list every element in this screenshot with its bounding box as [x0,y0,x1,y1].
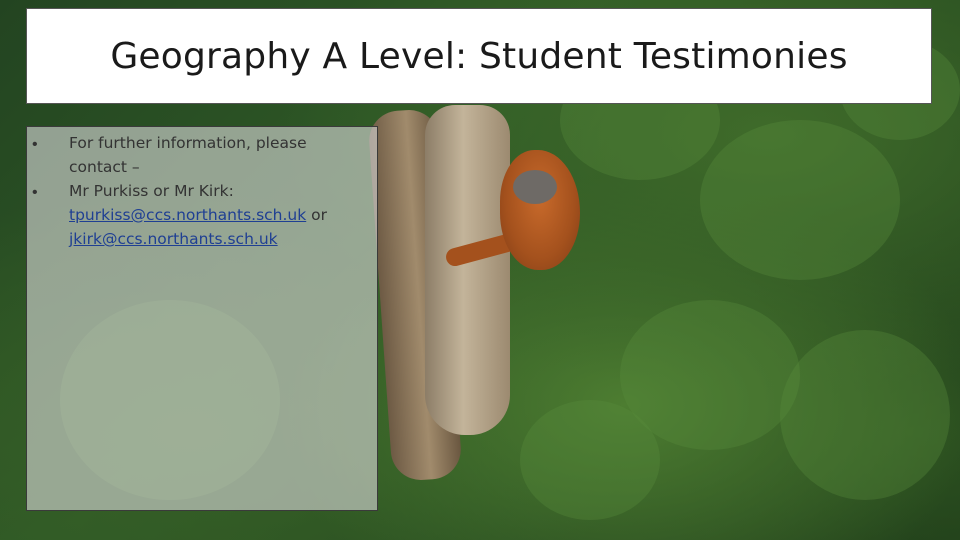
slide-title-box: Geography A Level: Student Testimonies [26,8,932,104]
contact-names: Mr Purkiss or Mr Kirk: [69,182,234,200]
orangutan-face [513,170,557,204]
or-separator: or [306,206,328,224]
info-line-1: For further information, please [69,134,307,152]
info-line-2: contact – [69,158,140,176]
content-box: • For further information, please contac… [26,126,378,511]
email-link-tpurkiss[interactable]: tpurkiss@ccs.northants.sch.uk [69,206,306,224]
slide-title: Geography A Level: Student Testimonies [110,35,848,77]
email-link-jkirk[interactable]: jkirk@ccs.northants.sch.uk [69,230,278,248]
bullet-marker: • [32,184,38,201]
email-line-2: jkirk@ccs.northants.sch.uk [69,230,278,248]
bullet-marker: • [32,136,38,153]
tree-trunk [425,105,510,435]
orangutan [500,150,580,270]
email-line: tpurkiss@ccs.northants.sch.uk or [69,206,327,224]
